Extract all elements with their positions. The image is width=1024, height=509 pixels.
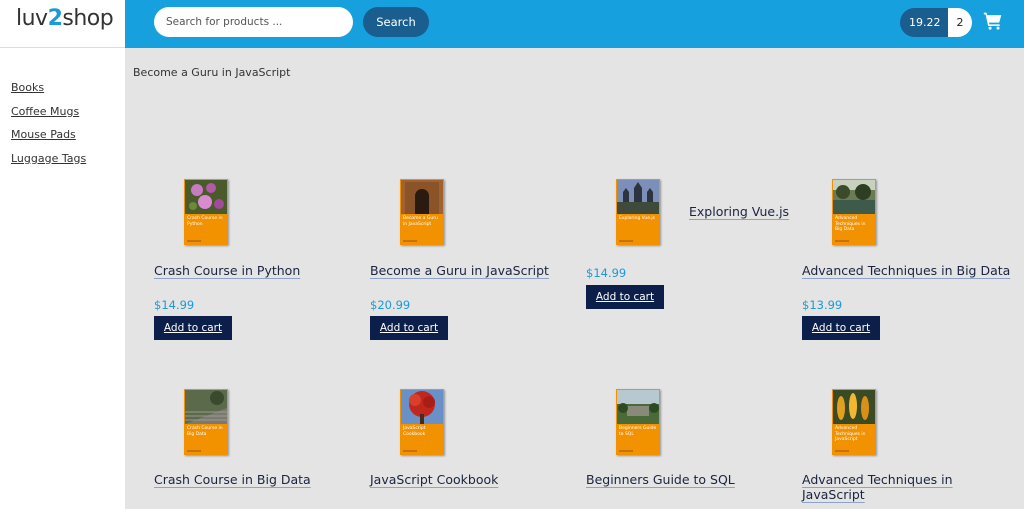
cover-title: Crash Course in Big Data xyxy=(187,426,223,437)
product-price: $13.99 xyxy=(802,298,843,312)
category-list: Books Coffee Mugs Mouse Pads Luggage Tag… xyxy=(0,48,125,170)
category-link-books[interactable]: Books xyxy=(11,81,44,94)
cover-photo-stairs xyxy=(185,390,227,424)
cover-title: Advanced Techniques in JavaScript xyxy=(835,426,866,442)
category-link-luggage-tags[interactable]: Luggage Tags xyxy=(11,152,86,165)
book-cover-image[interactable]: Crash Course in Python xyxy=(184,179,228,245)
cart-status[interactable]: 19.22 2 xyxy=(900,8,972,37)
add-to-cart-button[interactable]: Add to cart xyxy=(154,316,232,340)
shopping-cart-icon[interactable] xyxy=(983,11,1003,31)
main-content: Become a Guru in JavaScript Crash Course… xyxy=(125,48,1024,509)
cover-photo-temple xyxy=(617,180,659,214)
product-title-link[interactable]: Crash Course in Python xyxy=(154,263,334,278)
cover-footer-mark xyxy=(619,240,633,242)
product-price: $20.99 xyxy=(370,298,411,312)
logo-text-mid: 2 xyxy=(47,6,63,31)
cover-title: Crash Course in Python xyxy=(187,216,223,227)
category-item-books: Books xyxy=(11,76,125,100)
book-cover-image[interactable]: Advanced Techniques in Big Data xyxy=(832,179,876,245)
cover-photo-plants xyxy=(833,390,875,424)
book-cover-image[interactable]: Crash Course in Big Data xyxy=(184,389,228,455)
cover-title: Advanced Techniques in Big Data xyxy=(835,216,866,232)
product-title-link[interactable]: Beginners Guide to SQL xyxy=(586,472,786,487)
product-title-link[interactable]: Advanced Techniques in JavaScript xyxy=(802,472,972,502)
product-title-link[interactable]: Exploring Vue.js xyxy=(689,204,799,219)
cover-photo-flowers xyxy=(185,180,227,214)
cover-photo-red-tree xyxy=(401,390,443,424)
cart-quantity: 2 xyxy=(948,8,972,37)
category-link-coffee-mugs[interactable]: Coffee Mugs xyxy=(11,105,79,118)
product-title-link[interactable]: JavaScript Cookbook xyxy=(370,472,570,487)
cover-photo-ruins xyxy=(617,390,659,424)
logo-text-left: luv xyxy=(16,6,48,31)
logo-text-right: shop xyxy=(62,6,114,31)
cover-footer-mark xyxy=(835,240,849,242)
category-item-luggage-tags: Luggage Tags xyxy=(11,147,125,171)
product-title-link[interactable]: Become a Guru in JavaScript xyxy=(370,263,570,278)
cover-footer-mark xyxy=(187,240,201,242)
product-title-link[interactable]: Crash Course in Big Data xyxy=(154,472,334,487)
product-title-link[interactable]: Advanced Techniques in Big Data xyxy=(802,263,1022,278)
logo-area: luv2shop xyxy=(0,0,125,48)
product-price: $14.99 xyxy=(586,266,627,280)
cover-title: Beginners Guide to SQL xyxy=(619,426,657,437)
category-item-coffee-mugs: Coffee Mugs xyxy=(11,100,125,124)
add-to-cart-button[interactable]: Add to cart xyxy=(802,316,880,340)
book-cover-image[interactable]: Advanced Techniques in JavaScript xyxy=(832,389,876,455)
page-heading: Become a Guru in JavaScript xyxy=(133,66,291,79)
search-button[interactable]: Search xyxy=(363,7,429,37)
cover-title: JavaScript Cookbook xyxy=(403,426,426,437)
cover-footer-mark xyxy=(835,450,849,452)
cart-total: 19.22 xyxy=(900,8,948,37)
book-cover-image[interactable]: Exploring Vue.js xyxy=(616,179,660,245)
product-price: $14.99 xyxy=(154,298,195,312)
add-to-cart-button[interactable]: Add to cart xyxy=(370,316,448,340)
category-item-mouse-pads: Mouse Pads xyxy=(11,123,125,147)
search-input[interactable] xyxy=(154,7,353,37)
logo[interactable]: luv2shop xyxy=(16,6,114,31)
header-bar: Search 19.22 2 xyxy=(125,0,1024,48)
cover-photo-lake xyxy=(833,180,875,214)
cover-footer-mark xyxy=(619,450,633,452)
cover-title: Become a Guru in JavaScript xyxy=(403,216,438,227)
book-cover-image[interactable]: JavaScript Cookbook xyxy=(400,389,444,455)
book-cover-image[interactable]: Become a Guru in JavaScript xyxy=(400,179,444,245)
cover-footer-mark xyxy=(403,240,417,242)
cover-footer-mark xyxy=(403,450,417,452)
cover-footer-mark xyxy=(187,450,201,452)
category-link-mouse-pads[interactable]: Mouse Pads xyxy=(11,128,76,141)
book-cover-image[interactable]: Beginners Guide to SQL xyxy=(616,389,660,455)
category-sidebar: Books Coffee Mugs Mouse Pads Luggage Tag… xyxy=(0,48,125,509)
cover-title: Exploring Vue.js xyxy=(619,216,656,221)
add-to-cart-button[interactable]: Add to cart xyxy=(586,285,664,309)
cover-photo-doorway xyxy=(401,180,443,214)
